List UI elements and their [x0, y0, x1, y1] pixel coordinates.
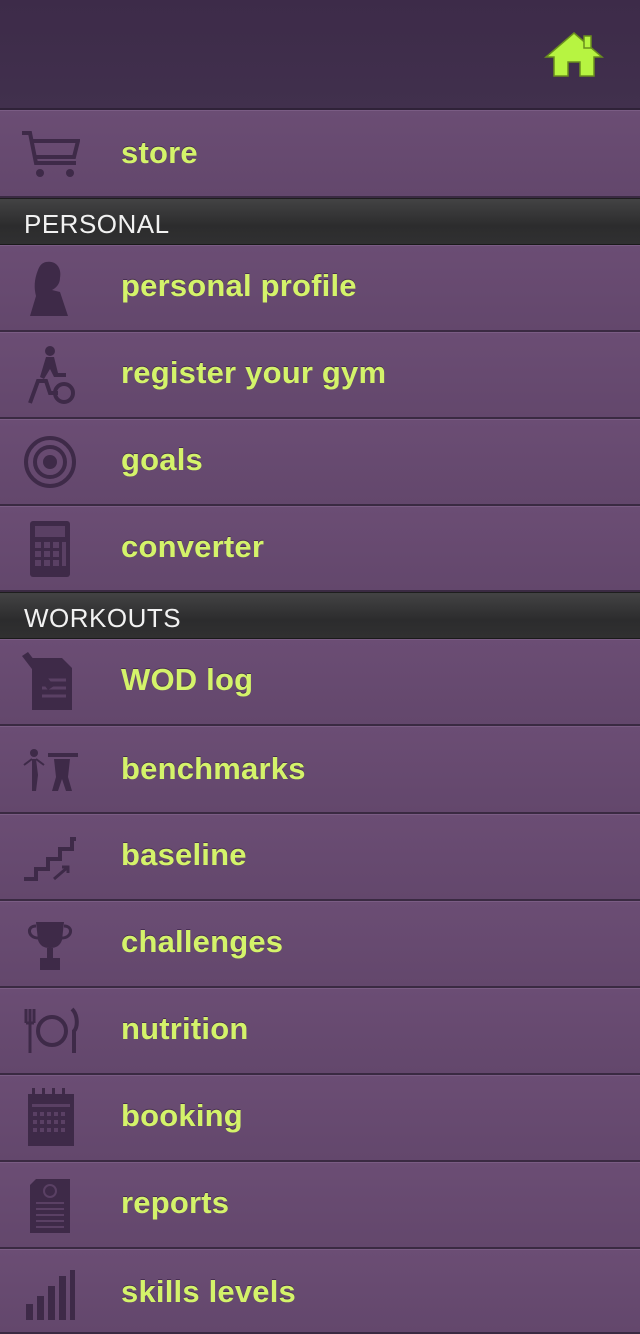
menu-item-label: skills levels [121, 1274, 296, 1309]
menu-item-label: reports [121, 1185, 230, 1220]
section-title: WORKOUTS [24, 603, 182, 633]
bars-icon [20, 1264, 80, 1324]
menu-item-nutrition[interactable]: nutrition [0, 988, 640, 1075]
stairs-icon [20, 827, 80, 887]
menu-item-label: converter [121, 529, 265, 564]
report-icon [20, 1175, 80, 1235]
menu-item-personal-profile[interactable]: personal profile [0, 245, 640, 332]
section-title: PERSONAL [24, 209, 170, 239]
calculator-icon [20, 519, 80, 579]
menu-item-challenges[interactable]: challenges [0, 901, 640, 988]
home-icon[interactable] [543, 30, 605, 80]
menu-item-label: nutrition [121, 1011, 249, 1046]
menu-item-wod-log[interactable]: WOD log [0, 639, 640, 726]
section-header-personal: PERSONAL [0, 198, 640, 245]
calendar-icon [20, 1088, 80, 1148]
trophy-icon [20, 914, 80, 974]
menu-item-label: challenges [121, 924, 284, 959]
top-bar [0, 0, 640, 110]
target-icon [20, 432, 80, 492]
menu-item-label: WOD log [121, 662, 254, 697]
menu-item-store[interactable]: store [0, 110, 640, 198]
menu-item-booking[interactable]: booking [0, 1075, 640, 1162]
section-header-workouts: WORKOUTS [0, 592, 640, 639]
bike-icon [20, 345, 80, 405]
menu-item-register-your-gym[interactable]: register your gym [0, 332, 640, 419]
log-icon [20, 652, 80, 712]
plate-icon [20, 1001, 80, 1061]
weightlifter-icon [20, 741, 80, 801]
cart-icon [20, 125, 80, 185]
menu-item-reports[interactable]: reports [0, 1162, 640, 1249]
menu-item-label: register your gym [121, 355, 387, 390]
menu-item-label: baseline [121, 837, 247, 872]
menu-item-benchmarks[interactable]: benchmarks [0, 726, 640, 814]
menu-item-label: goals [121, 442, 203, 477]
menu-item-label: booking [121, 1098, 243, 1133]
menu-item-baseline[interactable]: baseline [0, 814, 640, 901]
menu-item-label: personal profile [121, 268, 357, 303]
menu-item-goals[interactable]: goals [0, 419, 640, 506]
menu-item-label: benchmarks [121, 751, 306, 786]
menu-item-converter[interactable]: converter [0, 506, 640, 592]
menu-item-label: store [121, 135, 198, 170]
profile-icon [20, 258, 80, 318]
menu-item-skills-levels[interactable]: skills levels [0, 1249, 640, 1334]
